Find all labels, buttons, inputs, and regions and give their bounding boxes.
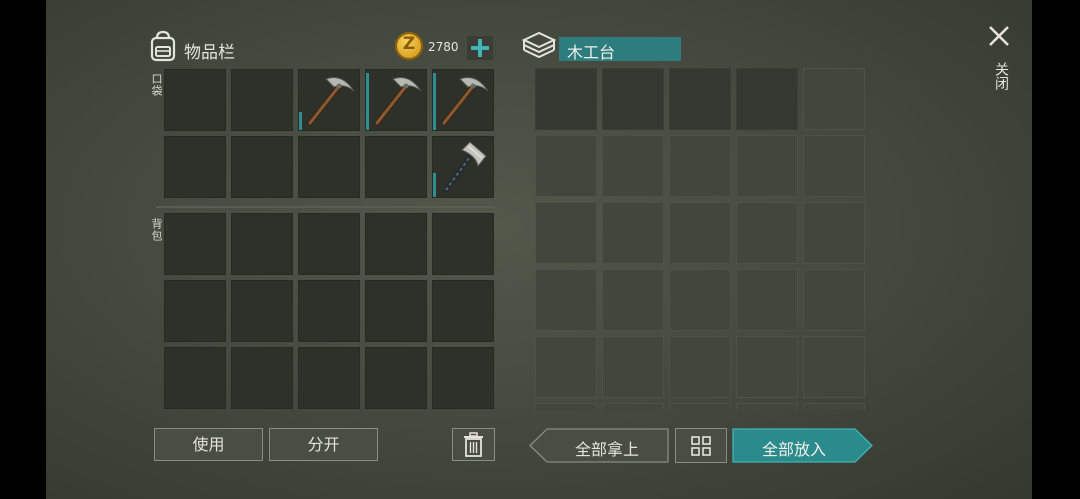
workbench-title: 木工台 xyxy=(567,43,616,62)
sort-button[interactable] xyxy=(675,428,727,463)
close-label: 关闭 xyxy=(993,62,1009,90)
coin-symbol: Z xyxy=(402,34,416,54)
backpack-slot[interactable] xyxy=(298,280,360,342)
inventory-screen: 物品栏 Z 2780 口袋 背包 木工台 关闭 使用 分开 全部拿上 全部放入 xyxy=(46,0,1032,499)
delete-button[interactable] xyxy=(452,428,495,461)
workbench-slot[interactable] xyxy=(736,202,798,264)
backpack-slot[interactable] xyxy=(231,347,293,409)
workbench-slot[interactable] xyxy=(736,269,798,331)
pocket-slot[interactable] xyxy=(432,136,494,198)
pocket-slot[interactable] xyxy=(231,136,293,198)
workbench-slot[interactable] xyxy=(602,202,664,264)
workbench-slot[interactable] xyxy=(669,135,731,197)
workbench-slot[interactable] xyxy=(803,336,865,398)
backpack-slot[interactable] xyxy=(164,280,226,342)
workbench-slot[interactable] xyxy=(803,269,865,331)
workbench-slot[interactable] xyxy=(535,68,597,130)
backpack-slot[interactable] xyxy=(231,213,293,275)
workbench-slot[interactable] xyxy=(602,68,664,130)
grid-icon xyxy=(691,436,711,456)
workbench-slot[interactable] xyxy=(602,403,664,410)
workbench-slot[interactable] xyxy=(535,202,597,264)
close-icon xyxy=(989,26,1009,46)
backpack-slot[interactable] xyxy=(298,347,360,409)
workbench-grid xyxy=(535,68,869,410)
workbench-slot[interactable] xyxy=(803,135,865,197)
pocket-label: 口袋 xyxy=(150,73,163,97)
backpack-slot[interactable] xyxy=(365,347,427,409)
workbench-slot[interactable] xyxy=(669,403,731,410)
backpack-slot[interactable] xyxy=(298,213,360,275)
backpack-slot[interactable] xyxy=(432,213,494,275)
add-coins-button[interactable] xyxy=(467,36,493,60)
workbench-slot[interactable] xyxy=(602,135,664,197)
split-button[interactable]: 分开 xyxy=(269,428,378,461)
workbench-slot[interactable] xyxy=(535,336,597,398)
pocket-slot[interactable] xyxy=(298,136,360,198)
workbench-slot[interactable] xyxy=(669,336,731,398)
take-all-button[interactable]: 全部拿上 xyxy=(529,428,669,463)
pocket-slot[interactable] xyxy=(164,69,226,131)
workbench-slot[interactable] xyxy=(535,135,597,197)
put-all-button[interactable]: 全部放入 xyxy=(732,428,873,463)
workbench-slot[interactable] xyxy=(669,202,731,264)
backpack-slot[interactable] xyxy=(365,213,427,275)
backpack-icon xyxy=(148,30,178,62)
workbench-slot[interactable] xyxy=(736,336,798,398)
backpack-slot[interactable] xyxy=(365,280,427,342)
pocket-slot[interactable] xyxy=(298,69,360,131)
close-button[interactable]: 关闭 xyxy=(984,22,1014,102)
workbench-slot[interactable] xyxy=(669,269,731,331)
workbench-slot[interactable] xyxy=(736,68,798,130)
workbench-slot[interactable] xyxy=(803,403,865,410)
take-all-label: 全部拿上 xyxy=(574,440,639,459)
pocket-slot[interactable] xyxy=(365,136,427,198)
coin-icon: Z xyxy=(395,32,423,60)
workbench-slot[interactable] xyxy=(736,135,798,197)
pickaxe-icon xyxy=(432,69,494,135)
pocket-slot[interactable] xyxy=(365,69,427,131)
inventory-title: 物品栏 xyxy=(184,43,235,63)
pocket-slot[interactable] xyxy=(231,69,293,131)
backpack-slot[interactable] xyxy=(231,280,293,342)
workbench-slot[interactable] xyxy=(602,336,664,398)
pocket-slot[interactable] xyxy=(164,136,226,198)
pocket-slot[interactable] xyxy=(432,69,494,131)
backpack-slot[interactable] xyxy=(164,347,226,409)
backpack-slot[interactable] xyxy=(432,280,494,342)
workbench-slot[interactable] xyxy=(736,403,798,410)
backpack-label: 背包 xyxy=(150,218,163,242)
use-button[interactable]: 使用 xyxy=(154,428,263,461)
workbench-slot[interactable] xyxy=(803,202,865,264)
backpack-slot[interactable] xyxy=(432,347,494,409)
workbench-title-bar: 木工台 xyxy=(559,37,681,62)
pickaxe-icon xyxy=(365,69,427,135)
pickaxe-icon xyxy=(298,69,360,135)
put-all-label: 全部放入 xyxy=(761,440,826,459)
workbench-slot[interactable] xyxy=(535,403,597,410)
trash-icon xyxy=(464,432,483,457)
workbench-slot[interactable] xyxy=(602,269,664,331)
section-divider xyxy=(156,206,495,208)
workbench-slot[interactable] xyxy=(803,68,865,130)
hatchet-icon xyxy=(432,136,494,202)
workbench-icon xyxy=(521,30,557,62)
plus-icon xyxy=(471,39,489,57)
coin-count: 2780 xyxy=(428,40,459,54)
workbench-slot[interactable] xyxy=(535,269,597,331)
workbench-slot[interactable] xyxy=(669,68,731,130)
backpack-slot[interactable] xyxy=(164,213,226,275)
